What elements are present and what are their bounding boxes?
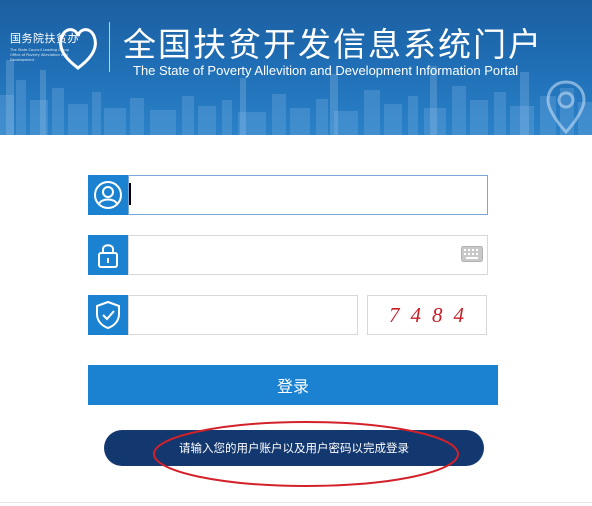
red-annotation-ellipse [153,421,459,487]
username-icon-box [88,175,128,215]
text-cursor [129,183,131,205]
map-pin-icon [546,80,586,135]
shield-check-icon [96,300,120,330]
keyboard-icon[interactable] [461,246,483,262]
captcha-icon-box [88,295,128,335]
password-icon-box [88,235,128,275]
header-divider [109,22,110,72]
captcha-code: 7484 [389,302,475,327]
portal-subtitle: The State of Poverty Allevition and Deve… [133,63,519,78]
user-icon [94,181,122,209]
login-button[interactable]: 登录 [88,365,498,405]
lock-icon [98,244,118,268]
username-input[interactable] [128,175,488,215]
password-input[interactable] [128,235,488,275]
header-banner: 国务院扶贫办 The State Council Leading Group O… [0,0,592,135]
footer-divider [0,502,592,503]
portal-title: 全国扶贫开发信息系统门户 [123,25,543,64]
captcha-image[interactable]: 7484 [367,295,487,335]
captcha-input[interactable] [128,295,358,335]
heart-logo-icon [59,28,97,70]
